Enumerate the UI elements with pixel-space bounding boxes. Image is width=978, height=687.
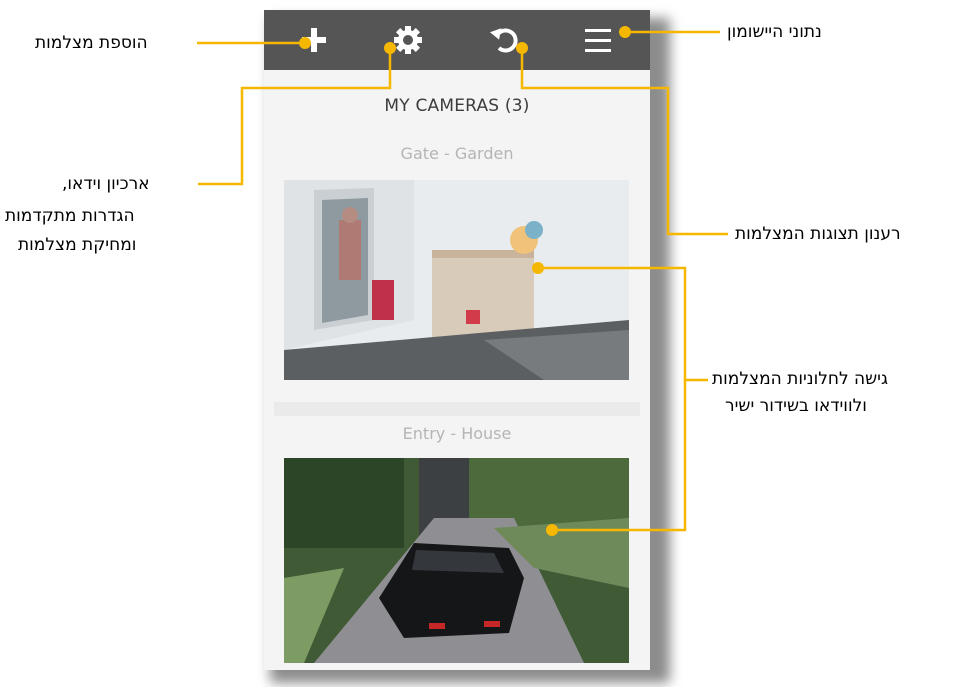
app-toolbar bbox=[264, 10, 650, 70]
camera-feed-entry-house[interactable] bbox=[284, 458, 629, 663]
plus-icon bbox=[302, 28, 326, 52]
hamburger-menu-icon bbox=[585, 29, 611, 52]
callout-add-cameras: הוספת מצלמות bbox=[35, 33, 148, 53]
callout-archive-line2: הגדרות מתקדמות bbox=[5, 206, 135, 226]
section-divider bbox=[274, 402, 640, 416]
settings-button[interactable] bbox=[388, 20, 428, 60]
refresh-icon bbox=[489, 28, 518, 53]
camera-feed-gate-garden[interactable] bbox=[284, 180, 629, 380]
camera-label-entry-house: Entry - House bbox=[402, 424, 512, 443]
callout-refresh: רענון תצוגות המצלמות bbox=[735, 224, 901, 244]
add-camera-button[interactable] bbox=[294, 20, 334, 60]
callout-access-line1: גישה לחלוניות המצלמות bbox=[712, 369, 888, 389]
camera-label-gate-garden: Gate - Garden bbox=[400, 144, 514, 163]
refresh-button[interactable] bbox=[486, 20, 526, 60]
camera-snapshot bbox=[284, 180, 629, 380]
callout-archive-line3: ומחיקת מצלמות bbox=[18, 235, 137, 255]
menu-button[interactable] bbox=[578, 20, 618, 60]
page-title: MY CAMERAS (3) bbox=[384, 96, 530, 116]
callout-archive-line1: ארכיון וידאו, bbox=[62, 174, 150, 194]
callout-access-line2: ולווידאו בשידור ישיר bbox=[725, 396, 867, 416]
phone-screen: MY CAMERAS (3) Gate - Garden Entry - Hou… bbox=[264, 10, 650, 670]
callout-app-info: נתוני היישומון bbox=[727, 22, 822, 42]
camera-snapshot bbox=[284, 458, 629, 663]
gear-icon bbox=[394, 26, 422, 54]
